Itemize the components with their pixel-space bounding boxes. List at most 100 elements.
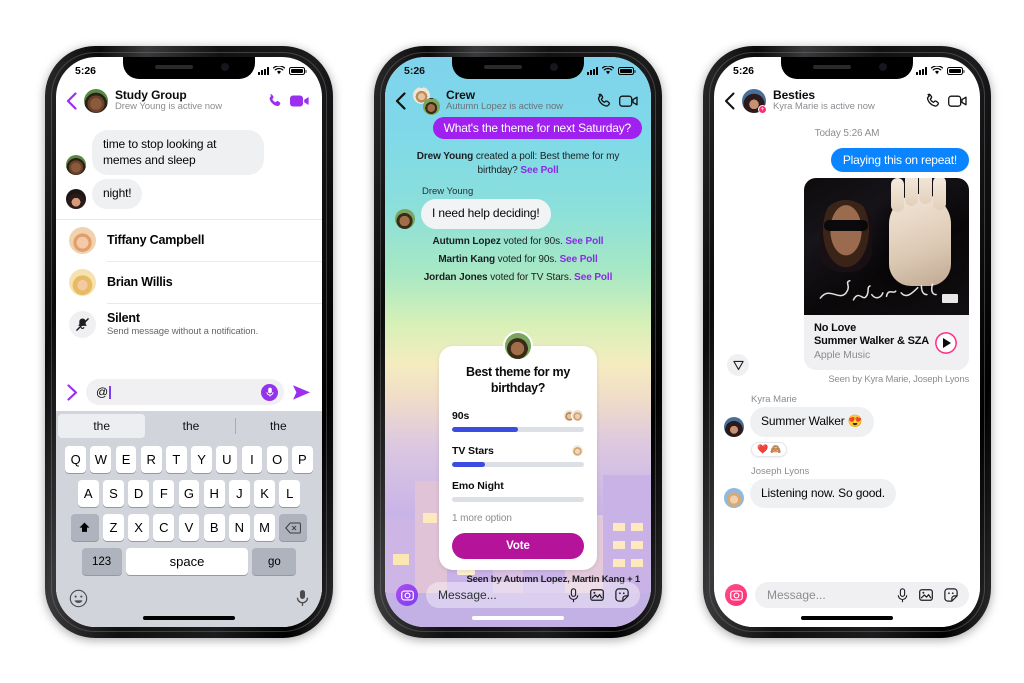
poll-option-tv-stars[interactable]: TV Stars: [452, 443, 584, 468]
poll-option-90s[interactable]: 90s: [452, 408, 584, 433]
message-bubble[interactable]: time to stop looking at memes and sleep: [92, 130, 264, 176]
key-z[interactable]: Z: [103, 514, 124, 541]
phone-call-icon[interactable]: [596, 93, 612, 109]
key-t[interactable]: T: [166, 446, 187, 473]
chat-title[interactable]: Crew Autumn Lopez is active now: [446, 87, 589, 113]
key-a[interactable]: A: [77, 480, 99, 507]
mention-item-tiffany[interactable]: Tiffany Campbell: [56, 220, 322, 261]
poll-progress-track: [452, 427, 584, 433]
camera-icon[interactable]: [725, 584, 747, 606]
shift-key[interactable]: [70, 514, 99, 541]
key-x[interactable]: X: [128, 514, 150, 541]
vote-button[interactable]: Vote: [452, 533, 584, 560]
photo-icon[interactable]: [590, 588, 604, 602]
video-call-icon[interactable]: [290, 94, 310, 108]
key-s[interactable]: S: [103, 480, 124, 507]
avatar[interactable]: [395, 208, 415, 229]
battery-icon: [618, 66, 636, 75]
chat-title[interactable]: Study Group Drew Young is active now: [115, 87, 260, 113]
message-bubble[interactable]: Summer Walker 😍: [750, 407, 874, 437]
key-j[interactable]: J: [228, 480, 250, 507]
message-bubble[interactable]: night!: [92, 179, 143, 209]
key-f[interactable]: F: [153, 480, 175, 507]
key-g[interactable]: G: [178, 480, 200, 507]
key-i[interactable]: I: [241, 446, 263, 473]
see-poll-link[interactable]: See Poll: [574, 272, 612, 283]
forward-icon[interactable]: [727, 354, 749, 376]
chat-name: Crew: [446, 87, 475, 102]
send-icon[interactable]: [292, 384, 311, 401]
key-c[interactable]: C: [153, 514, 175, 541]
key-y[interactable]: Y: [191, 446, 212, 473]
outgoing-message[interactable]: Playing this on repeat!: [830, 148, 969, 172]
key-h[interactable]: H: [203, 480, 225, 507]
numbers-key[interactable]: 123: [81, 548, 122, 575]
poll-option-emo-night[interactable]: Emo Night: [452, 478, 584, 503]
music-share-card[interactable]: No Love Summer Walker & SZA Apple Music: [804, 178, 969, 370]
microphone-icon[interactable]: [568, 587, 579, 603]
key-v[interactable]: V: [178, 514, 200, 541]
see-poll-link[interactable]: See Poll: [565, 236, 603, 247]
key-l[interactable]: L: [279, 480, 301, 507]
key-p[interactable]: P: [291, 446, 313, 473]
vote-notices: Autumn Lopez voted for 90s. See Poll Mar…: [385, 236, 651, 283]
message-input[interactable]: @: [86, 379, 284, 405]
microphone-icon[interactable]: [897, 587, 908, 603]
see-poll-link[interactable]: See Poll: [560, 254, 598, 265]
key-m[interactable]: M: [254, 514, 275, 541]
phone-call-icon[interactable]: [925, 93, 941, 109]
video-call-icon[interactable]: [619, 94, 639, 108]
see-poll-link[interactable]: See Poll: [520, 165, 558, 176]
poll-more-options[interactable]: 1 more option: [452, 513, 584, 524]
key-q[interactable]: Q: [65, 446, 87, 473]
key-d[interactable]: D: [128, 480, 150, 507]
photo-icon[interactable]: [919, 588, 933, 602]
avatar[interactable]: [724, 488, 744, 509]
prediction-1[interactable]: the: [147, 411, 234, 441]
emoji-icon[interactable]: [69, 589, 88, 608]
key-k[interactable]: K: [254, 480, 275, 507]
prediction-2[interactable]: the: [234, 411, 322, 441]
key-r[interactable]: R: [140, 446, 162, 473]
poll-card[interactable]: Best theme for my birthday? 90s TV Stars…: [439, 346, 597, 571]
mic-record-icon[interactable]: [261, 383, 278, 401]
chat-name: Study Group: [115, 87, 187, 102]
avatar[interactable]: [84, 89, 108, 113]
chevron-right-icon[interactable]: [67, 383, 78, 401]
key-o[interactable]: O: [266, 446, 288, 473]
key-b[interactable]: B: [203, 514, 225, 541]
mention-item-brian[interactable]: Brian Willis: [56, 262, 322, 303]
story-badge-icon: +: [758, 105, 767, 114]
avatar[interactable]: [724, 416, 744, 437]
prediction-0[interactable]: the: [58, 414, 146, 438]
battery-icon: [947, 66, 965, 75]
back-icon[interactable]: [395, 92, 406, 110]
message-bubble[interactable]: Listening now. So good.: [750, 478, 896, 509]
mention-item-silent[interactable]: Silent Send message without a notificati…: [56, 304, 322, 345]
back-icon[interactable]: [724, 92, 735, 110]
sticker-icon[interactable]: [944, 588, 958, 602]
chat-title[interactable]: Besties Kyra Marie is active now: [773, 88, 918, 113]
key-u[interactable]: U: [216, 446, 238, 473]
message-bubble[interactable]: I need help deciding!: [421, 199, 551, 229]
camera-icon[interactable]: [396, 584, 418, 606]
message-input[interactable]: Message...: [755, 582, 969, 608]
back-icon[interactable]: [66, 92, 77, 110]
go-key[interactable]: go: [252, 548, 297, 575]
play-icon[interactable]: [934, 330, 958, 355]
avatar[interactable]: [66, 188, 86, 209]
vote-notice: Jordan Jones voted for TV Stars. See Pol…: [385, 272, 651, 283]
phone-call-icon[interactable]: [267, 93, 283, 109]
key-e[interactable]: E: [115, 446, 137, 473]
avatar[interactable]: [66, 155, 86, 176]
video-call-icon[interactable]: [948, 94, 968, 108]
group-avatar[interactable]: [413, 87, 440, 115]
message-reactions[interactable]: ❤️ 🙈: [751, 441, 788, 457]
key-n[interactable]: N: [228, 514, 250, 541]
space-key[interactable]: space: [126, 548, 248, 575]
sticker-icon[interactable]: [615, 588, 629, 602]
message-input[interactable]: Message...: [426, 582, 640, 608]
microphone-icon[interactable]: [296, 589, 309, 607]
backspace-key[interactable]: [279, 514, 308, 541]
key-w[interactable]: W: [90, 446, 112, 473]
